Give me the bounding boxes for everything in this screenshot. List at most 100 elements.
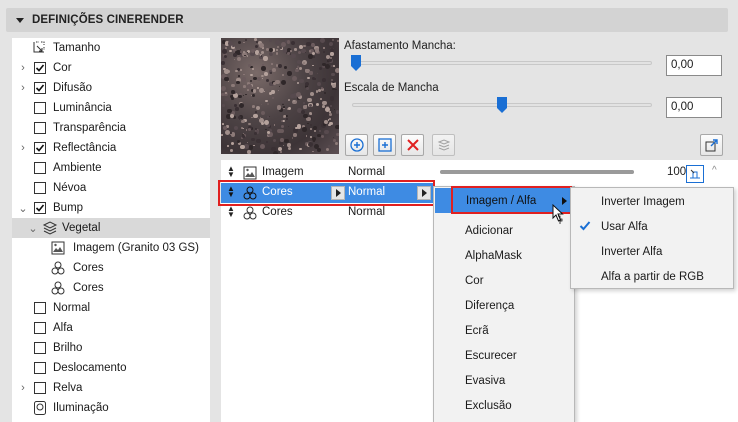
menu-item-alphamask[interactable]: AlphaMask — [465, 243, 522, 268]
checkbox-checked[interactable] — [34, 202, 46, 214]
tree-item-iluminacao[interactable]: Iluminação — [12, 398, 210, 418]
tree-item-tamanho[interactable]: Tamanho — [12, 38, 210, 58]
texture-speckle — [322, 78, 326, 83]
add-layer-button[interactable] — [373, 134, 396, 156]
tree-item-label: Cores — [73, 282, 104, 294]
tree-item-bump[interactable]: ⌄ Bump — [12, 198, 210, 218]
checkbox-unchecked[interactable] — [34, 162, 46, 174]
texture-speckle — [251, 138, 255, 142]
tree-item-cor[interactable]: › Cor — [12, 58, 210, 78]
chevron-right-icon[interactable]: › — [18, 82, 28, 94]
tree-item-imagem[interactable]: Imagem (Granito 03 GS) — [12, 238, 210, 258]
texture-speckle — [313, 103, 315, 105]
submenu-item-usar-alfa[interactable]: Usar Alfa — [571, 214, 733, 239]
tree-item-deslocamento[interactable]: Deslocamento — [12, 358, 210, 378]
texture-speckle — [252, 105, 255, 108]
texture-speckle — [335, 110, 339, 114]
tree-item-label: Brilho — [53, 342, 83, 354]
stack-button[interactable] — [432, 134, 455, 156]
checkbox-unchecked[interactable] — [34, 302, 46, 314]
texture-speckle — [325, 148, 329, 152]
texture-speckle — [316, 103, 319, 107]
texture-speckle — [304, 51, 306, 53]
layer-blend-mode[interactable]: Normal — [348, 206, 385, 218]
texture-speckle — [271, 63, 273, 66]
menu-item-escurecer[interactable]: Escurecer — [465, 343, 517, 368]
menu-item-cor[interactable]: Cor — [465, 268, 484, 293]
checkbox-checked[interactable] — [34, 62, 46, 74]
checkbox-unchecked[interactable] — [34, 322, 46, 334]
layer-blend-mode[interactable]: Normal — [348, 166, 385, 178]
chevron-down-icon[interactable]: ⌄ — [18, 203, 28, 215]
submenu-item-inverter-imagem[interactable]: Inverter Imagem — [601, 189, 685, 214]
texture-speckle — [313, 56, 315, 59]
texture-speckle — [329, 56, 332, 59]
layer-opacity-slider[interactable] — [440, 170, 634, 174]
chevron-right-icon[interactable]: › — [18, 382, 28, 394]
collapse-triangle-icon[interactable] — [16, 17, 24, 23]
image-icon — [50, 240, 66, 256]
texture-speckle — [275, 48, 278, 51]
spot-distance-thumb[interactable] — [351, 55, 361, 71]
opacity-mode-icon[interactable] — [686, 165, 704, 183]
texture-speckle — [309, 92, 314, 96]
texture-speckle — [244, 38, 247, 41]
tree-item-luminancia[interactable]: Luminância — [12, 98, 210, 118]
texture-speckle — [311, 52, 315, 56]
tree-item-brilho[interactable]: Brilho — [12, 338, 210, 358]
texture-speckle — [266, 116, 269, 119]
tree-item-cores-1[interactable]: Cores — [12, 258, 210, 278]
reorder-handle-icon[interactable]: ▲ ▼ — [227, 205, 235, 219]
texture-speckle — [274, 40, 280, 46]
texture-speckle — [232, 44, 235, 47]
checkbox-checked[interactable] — [34, 82, 46, 94]
export-button[interactable] — [700, 134, 723, 156]
checkbox-checked[interactable] — [34, 142, 46, 154]
texture-speckle — [222, 123, 224, 125]
delete-button[interactable] — [401, 134, 424, 156]
menu-item-exclusao[interactable]: Exclusão — [465, 393, 512, 418]
tree-item-normal[interactable]: Normal — [12, 298, 210, 318]
tree-item-difusao[interactable]: › Difusão — [12, 78, 210, 98]
texture-speckle — [238, 94, 242, 98]
tree-item-vegetal[interactable]: ⌄ Vegetal — [12, 218, 210, 238]
texture-speckle — [263, 91, 265, 93]
scroll-up-icon[interactable]: ^ — [712, 165, 717, 176]
tree-item-ambiente[interactable]: Ambiente — [12, 158, 210, 178]
submenu-item-alfa-rgb[interactable]: Alfa a partir de RGB — [601, 264, 704, 289]
texture-speckle — [241, 77, 246, 82]
checkbox-unchecked[interactable] — [34, 342, 46, 354]
tree-item-alfa[interactable]: Alfa — [12, 318, 210, 338]
menu-item-ecra[interactable]: Ecrã — [465, 318, 489, 343]
spot-distance-slider[interactable] — [352, 61, 652, 65]
checkbox-unchecked[interactable] — [34, 362, 46, 374]
texture-speckle — [329, 41, 333, 46]
tree-item-relva[interactable]: › Relva — [12, 378, 210, 398]
tree-item-label: Normal — [53, 302, 91, 314]
menu-item-adicionar[interactable]: Adicionar — [465, 218, 513, 243]
texture-speckle — [256, 138, 261, 144]
spot-distance-input[interactable]: 0,00 — [666, 55, 722, 76]
checkbox-unchecked[interactable] — [34, 102, 46, 114]
tree-item-transparencia[interactable]: Transparência — [12, 118, 210, 138]
layer-row-cores-2[interactable]: ▲ ▼ Cores Normal — [221, 203, 434, 223]
reorder-handle-icon[interactable]: ▲ ▼ — [227, 165, 235, 179]
spot-scale-thumb[interactable] — [497, 97, 507, 113]
chevron-right-icon[interactable]: › — [18, 142, 28, 154]
spot-scale-input[interactable]: 0,00 — [666, 97, 722, 118]
add-shader-button[interactable] — [345, 134, 368, 156]
chevron-down-icon[interactable]: ⌄ — [28, 223, 38, 235]
texture-speckle — [237, 115, 241, 120]
submenu-item-inverter-alfa[interactable]: Inverter Alfa — [601, 239, 662, 264]
chevron-right-icon[interactable]: › — [18, 62, 28, 74]
tree-item-cores-2[interactable]: Cores — [12, 278, 210, 298]
checkbox-unchecked[interactable] — [34, 122, 46, 134]
tree-item-reflectancia[interactable]: › Reflectância — [12, 138, 210, 158]
menu-item-evasiva[interactable]: Evasiva — [465, 368, 505, 393]
checkbox-unchecked[interactable] — [34, 182, 46, 194]
section-header[interactable]: DEFINIÇÕES CINERENDER — [6, 8, 728, 32]
texture-speckle — [316, 81, 321, 87]
checkbox-unchecked[interactable] — [34, 382, 46, 394]
tree-item-nevoa[interactable]: Névoa — [12, 178, 210, 198]
menu-item-diferenca[interactable]: Diferença — [465, 293, 514, 318]
